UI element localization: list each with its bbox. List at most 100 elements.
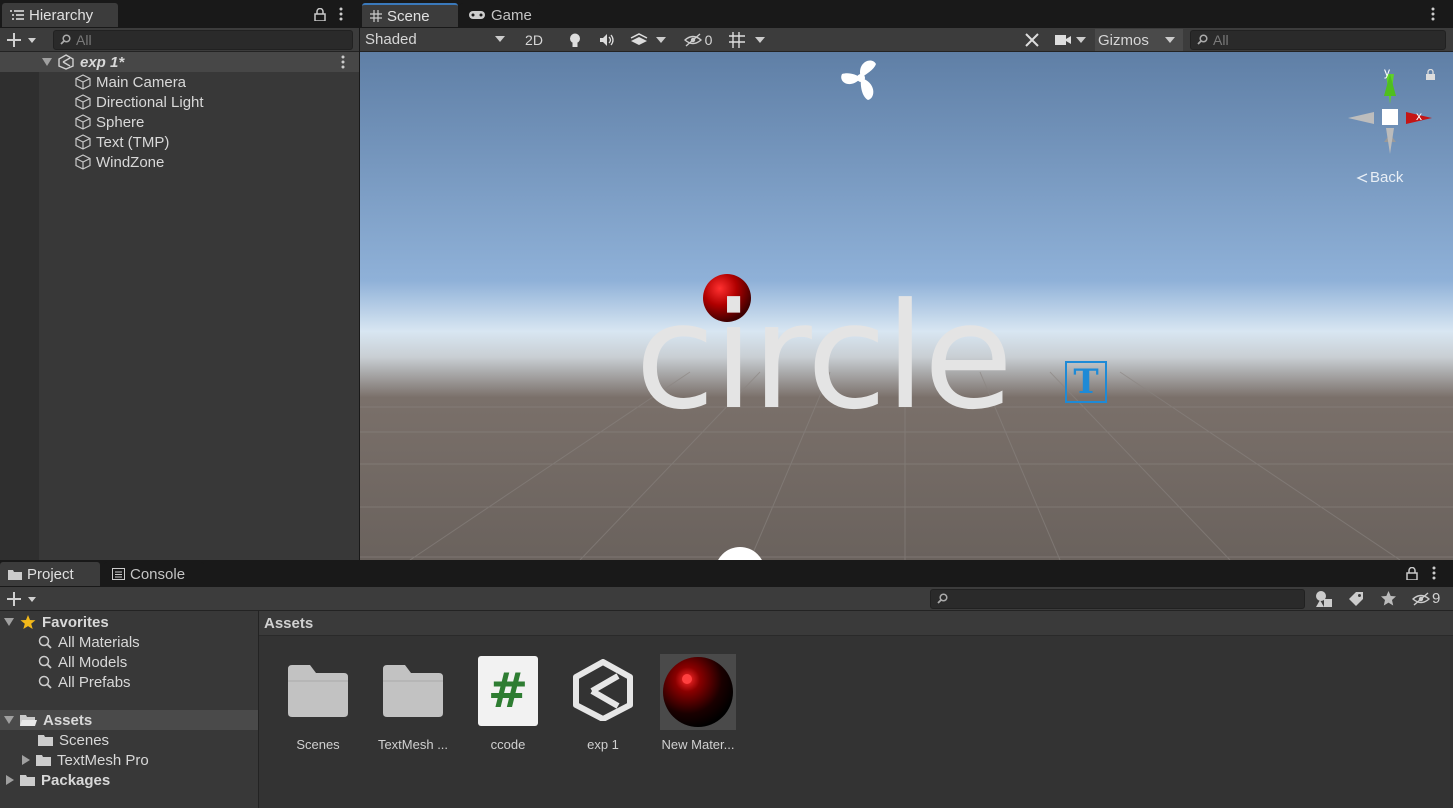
favorite-item-label: All Materials <box>58 633 140 651</box>
assets-folder-label: Assets <box>43 711 93 729</box>
chevron-down-icon <box>1075 37 1086 43</box>
grid-snap-dropdown[interactable] <box>722 29 772 51</box>
search-icon <box>60 34 71 45</box>
hierarchy-item[interactable]: Text (TMP) <box>0 132 359 152</box>
hierarchy-item-label: Directional Light <box>96 93 204 111</box>
tab-project[interactable]: Project <box>0 562 100 586</box>
collapsed-arrow-icon[interactable] <box>6 775 14 785</box>
project-lock-icon[interactable] <box>1406 567 1418 580</box>
hierarchy-search-input[interactable]: All <box>53 30 353 50</box>
tab-hierarchy[interactable]: Hierarchy <box>2 3 118 27</box>
console-icon <box>112 568 125 580</box>
breadcrumb[interactable]: Assets <box>264 615 313 632</box>
orientation-gizmo[interactable]: x y <box>1344 64 1436 160</box>
scene-toolbar: Shaded 2D 0 Gizmos All <box>360 28 1453 52</box>
project-hidden-packages-button[interactable]: 9 <box>1412 590 1440 607</box>
scene-viewport[interactable]: circle T x y Back <box>360 52 1453 560</box>
favorites-row[interactable]: Favorites <box>0 612 109 632</box>
tab-game[interactable]: Game <box>460 3 540 27</box>
hierarchy-item[interactable]: WindZone <box>0 152 359 172</box>
text-tmp-gizmo-icon[interactable]: T <box>1065 361 1107 403</box>
gameobject-cube-icon <box>75 114 91 130</box>
list-icon <box>10 10 24 20</box>
folder-item-textmesh-pro[interactable]: TextMesh Pro <box>22 750 149 770</box>
favorite-item-label: All Prefabs <box>58 673 131 691</box>
hidden-count: 0 <box>704 32 713 48</box>
search-by-type-icon[interactable] <box>1315 590 1333 608</box>
unity-scene-icon <box>573 659 633 721</box>
favorite-item[interactable]: All Materials <box>38 632 140 652</box>
toggle-2d-label: 2D <box>525 32 543 48</box>
create-dropdown-icon[interactable] <box>7 592 37 606</box>
collapsed-arrow-icon[interactable] <box>22 755 30 765</box>
tools-button[interactable] <box>1018 29 1046 51</box>
favorite-item[interactable]: All Prefabs <box>38 672 131 692</box>
camera-settings-dropdown[interactable] <box>1050 29 1090 51</box>
gizmos-dropdown[interactable]: Gizmos <box>1095 29 1183 51</box>
unity-scene-icon <box>58 54 74 70</box>
lightbulb-icon <box>570 33 580 47</box>
favorites-label: Favorites <box>42 613 109 631</box>
expand-arrow-icon[interactable] <box>4 716 14 724</box>
folder-item-scenes[interactable]: Scenes <box>38 730 109 750</box>
favorite-star-icon[interactable] <box>1380 590 1397 607</box>
scene-search-input[interactable]: All <box>1190 30 1446 50</box>
gamepad-icon <box>469 11 485 19</box>
hierarchy-tabbar: Hierarchy <box>0 0 359 28</box>
lighting-toggle-button[interactable] <box>560 29 590 51</box>
speaker-icon <box>600 34 614 46</box>
effects-dropdown[interactable] <box>624 29 672 51</box>
chevron-down-icon <box>1165 37 1175 43</box>
chevron-down-icon <box>656 37 666 43</box>
label-tag-icon[interactable] <box>1348 591 1364 607</box>
tab-console[interactable]: Console <box>104 562 204 586</box>
expand-arrow-icon[interactable] <box>42 58 52 66</box>
gizmo-back-label[interactable]: Back <box>1356 169 1403 186</box>
audio-toggle-button[interactable] <box>592 29 622 51</box>
tab-console-label: Console <box>130 565 186 583</box>
eye-hidden-icon <box>1412 591 1430 606</box>
add-dropdown-icon[interactable] <box>7 33 37 47</box>
folder-icon <box>383 665 443 717</box>
search-icon <box>38 655 52 669</box>
tools-icon <box>1025 33 1039 47</box>
camera-icon <box>1054 35 1071 45</box>
gameobject-cube-icon <box>75 74 91 90</box>
toggle-2d-button[interactable]: 2D <box>518 29 550 51</box>
assets-folder-row[interactable]: Assets <box>0 710 258 730</box>
grid-icon <box>370 10 382 22</box>
chevron-down-icon <box>755 37 765 43</box>
asset-breadcrumb-bar: Assets <box>259 611 1453 636</box>
project-kebab-icon[interactable] <box>1431 566 1437 580</box>
hierarchy-item[interactable]: Main Camera <box>0 72 359 92</box>
scene-kebab-icon[interactable] <box>340 55 346 69</box>
scene-tabbar: Scene Game <box>360 0 1453 28</box>
asset-label: exp 1 <box>587 737 619 752</box>
hierarchy-item-label: Text (TMP) <box>96 133 170 151</box>
scene-name: exp 1* <box>80 53 125 71</box>
hierarchy-search-placeholder: All <box>76 32 92 48</box>
expand-arrow-icon[interactable] <box>4 618 14 626</box>
kebab-menu-icon[interactable] <box>338 7 344 21</box>
packages-row[interactable]: Packages <box>0 770 110 790</box>
tab-scene[interactable]: Scene <box>362 3 458 27</box>
eye-hidden-icon <box>683 33 702 47</box>
folder-icon <box>36 755 51 766</box>
shading-mode-dropdown[interactable]: Shaded <box>360 28 512 50</box>
scene-kebab-menu-icon[interactable] <box>1430 7 1436 21</box>
scene-row[interactable]: exp 1* <box>0 52 359 72</box>
scene-3d-text[interactable]: circle <box>635 272 1013 442</box>
lock-icon[interactable] <box>314 8 326 21</box>
scene-visibility-button[interactable]: 0 <box>678 29 718 51</box>
tab-game-label: Game <box>491 6 532 24</box>
asset-grid: Assets Scenes TextMesh ... # ccode exp 1 <box>259 611 1453 808</box>
asset-label: ccode <box>490 737 526 752</box>
gizmo-lock-icon[interactable] <box>1425 69 1436 81</box>
project-search-input[interactable] <box>930 589 1305 609</box>
hierarchy-item[interactable]: Sphere <box>0 112 359 132</box>
gizmo-y-label: y <box>1384 65 1390 79</box>
favorite-item[interactable]: All Models <box>38 652 127 672</box>
open-folder-icon <box>20 714 37 726</box>
tmp-gizmo-letter: T <box>1073 362 1099 402</box>
hierarchy-item[interactable]: Directional Light <box>0 92 359 112</box>
